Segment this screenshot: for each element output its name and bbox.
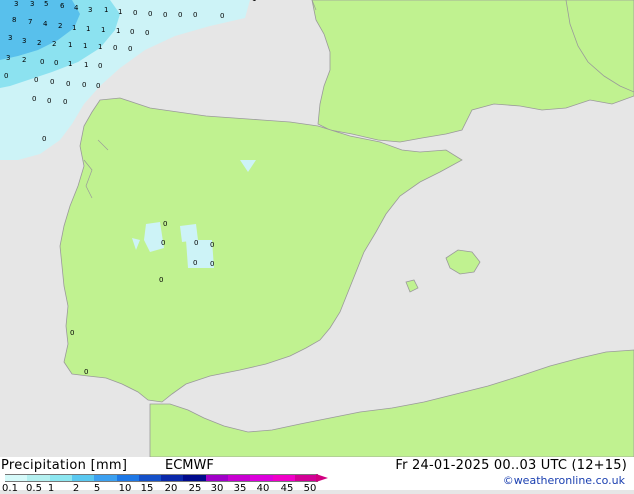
scale-swatch bbox=[49, 474, 73, 482]
precip-value: 1 bbox=[118, 8, 122, 16]
scale-tick-label: 0.5 bbox=[26, 483, 42, 494]
precip-value: 2 bbox=[37, 39, 41, 47]
precip-value: 0 bbox=[113, 44, 117, 52]
precip-value: 0 bbox=[161, 239, 165, 247]
precip-value: 0 bbox=[70, 329, 74, 337]
legend-title: Precipitation [mm] bbox=[1, 458, 128, 473]
precip-value: 1 bbox=[84, 61, 88, 69]
precip-value: 0 bbox=[63, 98, 67, 106]
scale-swatch bbox=[94, 474, 117, 482]
precip-value: 0 bbox=[54, 59, 58, 67]
scale-tick-label: 40 bbox=[256, 483, 270, 494]
precip-value: 0 bbox=[178, 11, 182, 19]
map-canvas: 3 3 5 6 4 3 1 1 0 0 0 0 0 8 7 4 2 1 1 1 1 0 0 3 3 2 2 1 1 1 0 0 3 2 0 0 1 1 0 0… bbox=[0, 0, 634, 458]
scale-swatch bbox=[116, 474, 140, 482]
precip-value: 1 bbox=[68, 41, 72, 49]
scale-swatch bbox=[205, 474, 229, 482]
scale-swatch bbox=[183, 474, 207, 482]
scale-tick-label: 50 bbox=[303, 483, 317, 494]
weather-map: 3 3 5 6 4 3 1 1 0 0 0 0 0 8 7 4 2 1 1 1 1 0 0 3 3 2 2 1 1 1 0 0 3 2 0 0 1 1 0 0… bbox=[0, 0, 634, 458]
scale-tick-label: 25 bbox=[188, 483, 202, 494]
precip-value: 0 bbox=[82, 81, 86, 89]
precip-value: 0 bbox=[210, 260, 214, 268]
precip-value: 0 bbox=[84, 368, 88, 376]
precip-value: 3 bbox=[22, 37, 26, 45]
precip-value: 4 bbox=[43, 20, 48, 28]
scale-tick-label: 10 bbox=[118, 483, 132, 494]
scale-swatch bbox=[161, 474, 184, 482]
scale-arrow-icon bbox=[316, 474, 328, 482]
precip-value: 0 bbox=[96, 82, 100, 90]
precip-value: 0 bbox=[47, 97, 51, 105]
precip-value: 4 bbox=[74, 4, 79, 12]
scale-swatch bbox=[294, 474, 318, 482]
precip-value: 3 bbox=[8, 34, 12, 42]
precip-value: 0 bbox=[163, 11, 167, 19]
model-name: ECMWF bbox=[165, 458, 214, 473]
scale-swatch bbox=[272, 474, 296, 482]
scale-swatch bbox=[138, 474, 162, 482]
precip-value: 0 bbox=[98, 62, 102, 70]
precip-value: 0 bbox=[34, 76, 38, 84]
scale-tick-label: 30 bbox=[210, 483, 224, 494]
scale-tick-label: 20 bbox=[164, 483, 178, 494]
precip-value: 0 bbox=[194, 239, 198, 247]
precip-value: 0 bbox=[40, 58, 44, 66]
precip-value: 6 bbox=[60, 2, 65, 10]
precip-value: 1 bbox=[104, 6, 108, 14]
scale-tick-label: 1 bbox=[47, 483, 55, 494]
precip-value: 1 bbox=[68, 60, 72, 68]
scale-tick-label: 0.1 bbox=[2, 483, 18, 494]
precip-value: 1 bbox=[98, 43, 102, 51]
scale-swatch bbox=[228, 474, 251, 482]
scale-tick-label: 2 bbox=[72, 483, 80, 494]
scale-tick-label: 45 bbox=[280, 483, 294, 494]
precip-value: 8 bbox=[12, 16, 16, 24]
scale-swatch bbox=[5, 474, 28, 482]
precip-value: 2 bbox=[58, 22, 62, 30]
precip-value: 0 bbox=[66, 80, 70, 88]
scale-tick-label: 35 bbox=[233, 483, 247, 494]
precip-value: 1 bbox=[86, 25, 90, 33]
precip-value: 0 bbox=[163, 220, 167, 228]
precip-value: 0 bbox=[193, 11, 197, 19]
precip-value: 1 bbox=[83, 42, 87, 50]
map-footer: Precipitation [mm] ECMWF Fr 24-01-2025 0… bbox=[0, 457, 634, 494]
precip-value: 0 bbox=[159, 276, 163, 284]
precip-value: 0 bbox=[130, 28, 134, 36]
credit-link[interactable]: ©weatheronline.co.uk bbox=[503, 474, 625, 487]
scale-swatch bbox=[71, 474, 95, 482]
precip-value: 0 bbox=[50, 78, 54, 86]
precip-value: 2 bbox=[22, 56, 26, 64]
precip-value: 7 bbox=[28, 18, 32, 26]
precip-value: 5 bbox=[44, 0, 48, 8]
precip-value: 0 bbox=[210, 241, 214, 249]
scale-swatch bbox=[250, 474, 274, 482]
precip-value: 2 bbox=[52, 40, 56, 48]
scale-swatch bbox=[27, 474, 51, 482]
precip-value: 1 bbox=[252, 0, 256, 3]
precip-value: 0 bbox=[145, 29, 149, 37]
precip-value: 0 bbox=[128, 45, 132, 53]
precip-value: 3 bbox=[6, 54, 10, 62]
precip-value: 0 bbox=[42, 135, 46, 143]
precip-value: 1 bbox=[116, 27, 120, 35]
precip-value: 0 bbox=[193, 259, 197, 267]
scale-tick-label: 5 bbox=[93, 483, 101, 494]
forecast-time: Fr 24-01-2025 00..03 UTC (12+15) bbox=[395, 458, 627, 473]
precip-value: 3 bbox=[30, 0, 34, 8]
precip-value: 0 bbox=[32, 95, 36, 103]
precip-value: 3 bbox=[14, 0, 18, 8]
precip-value: 3 bbox=[88, 6, 92, 14]
precip-value: 0 bbox=[133, 9, 137, 17]
scale-tick-label: 15 bbox=[140, 483, 154, 494]
precip-value: 0 bbox=[4, 72, 8, 80]
precip-value: 1 bbox=[101, 26, 105, 34]
precip-value: 0 bbox=[220, 12, 224, 20]
precip-value: 0 bbox=[148, 10, 152, 18]
precip-value: 1 bbox=[72, 24, 76, 32]
